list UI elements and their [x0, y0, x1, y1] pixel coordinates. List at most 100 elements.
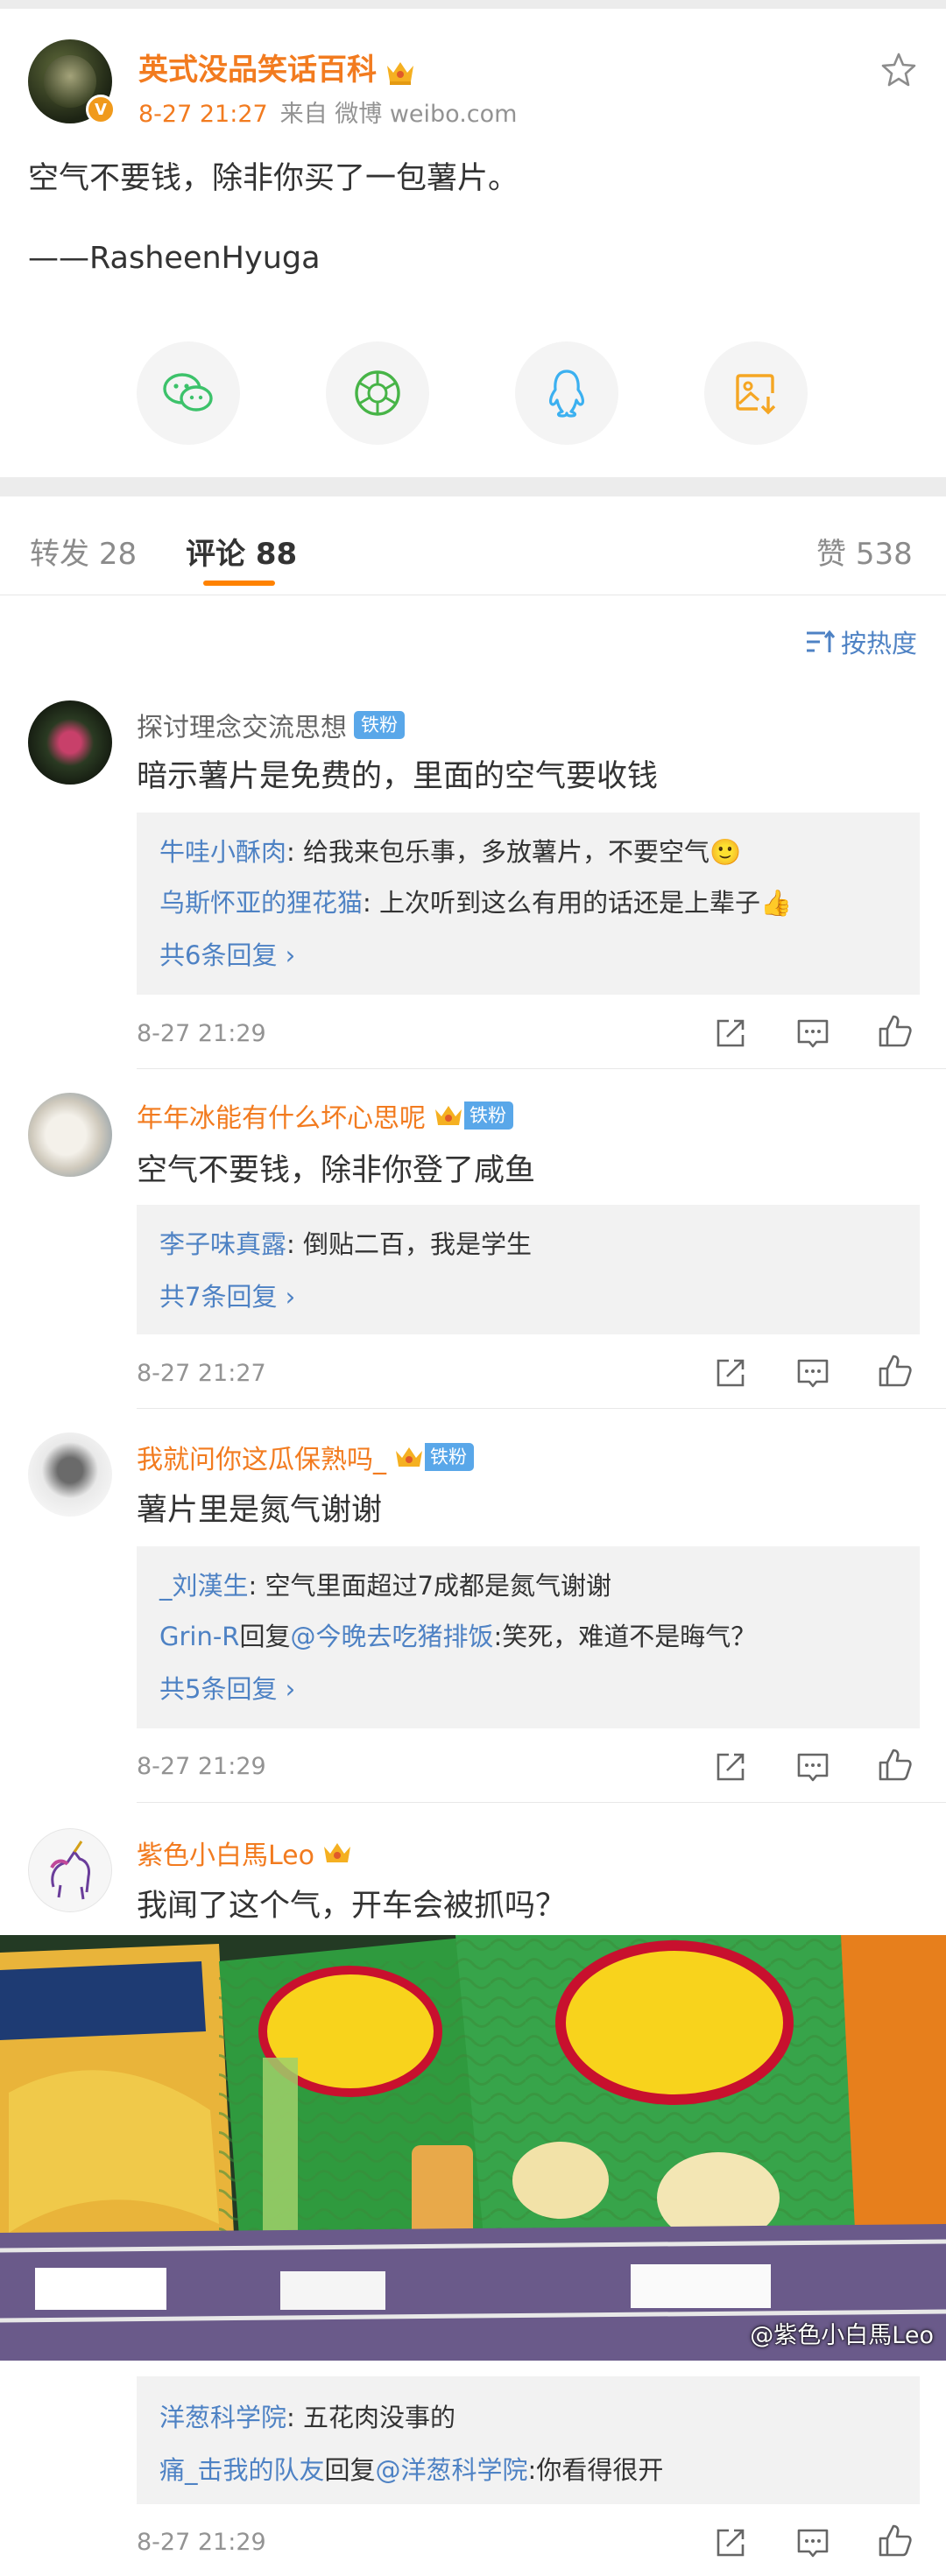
tab-comments[interactable]: 评论 88: [186, 530, 297, 573]
post-meta: 8-27 21:27 来自 微博 weibo.com: [138, 95, 517, 129]
commenter-name-text[interactable]: 年年冰能有什么坏心思呢: [137, 1096, 426, 1135]
crown-icon: [396, 1447, 422, 1467]
commenter-avatar[interactable]: [28, 1828, 112, 1912]
post-source: 来自 微博 weibo.com: [279, 101, 518, 128]
crown-icon: [324, 1843, 350, 1862]
commenter-avatar[interactable]: [28, 1093, 112, 1177]
comment-divider: [137, 1408, 946, 1409]
commenter-avatar[interactable]: [28, 700, 112, 785]
commenter-name[interactable]: 探讨理念交流思想 铁粉: [137, 706, 405, 744]
tab-repost-label: 转发: [30, 537, 89, 572]
reply-user[interactable]: _刘漢生: [159, 1571, 249, 1601]
post-time: 8-27 21:27: [138, 101, 268, 128]
chips-shelf-photo: [0, 1935, 946, 2361]
repost-icon[interactable]: [711, 1748, 750, 1786]
post-text: 空气不要钱，除非你买了一包薯片。: [28, 161, 519, 196]
reply-user[interactable]: Grin-R: [159, 1622, 239, 1651]
reply-line: Grin-R回复@今晚去吃猪排饭:笑死，难道不是晦气？: [159, 1616, 756, 1653]
commenter-name[interactable]: 年年冰能有什么坏心思呢 铁粉: [137, 1096, 513, 1135]
reply-line: 李子味真露: 倒贴二百，我是学生: [159, 1224, 532, 1261]
commenter-name-text[interactable]: 探讨理念交流思想: [137, 706, 347, 744]
share-wechat-button[interactable]: [137, 341, 240, 445]
unicorn-avatar-art: [50, 1841, 90, 1900]
comment-divider: [137, 1802, 946, 1803]
more-replies-link[interactable]: 共5条回复 ›: [159, 1669, 295, 1706]
share-moments-button[interactable]: [326, 341, 429, 445]
crown-icon: [387, 61, 413, 85]
author-name[interactable]: 英式没品笑话百科: [138, 46, 417, 88]
reply-line: _刘漢生: 空气里面超过7成都是氮气谢谢: [159, 1566, 611, 1602]
tab-repost-count: 28: [98, 537, 138, 572]
commenter-name[interactable]: 我就问你这瓜保熟吗_ 铁粉: [137, 1438, 474, 1476]
tab-repost[interactable]: 转发 28: [30, 530, 137, 573]
like-icon[interactable]: [876, 1012, 914, 1051]
save-image-button[interactable]: [704, 341, 808, 445]
tab-likes[interactable]: 赞 538: [816, 530, 913, 573]
reply-mention[interactable]: @洋葱科学院: [376, 2455, 528, 2485]
reply-line: 洋葱科学院: 五花肉没事的: [159, 2397, 455, 2434]
moments-icon: [355, 370, 400, 416]
comment-time: 8-27 21:27: [137, 1360, 266, 1387]
reply-box[interactable]: _刘漢生: 空气里面超过7成都是氮气谢谢 Grin-R回复@今晚去吃猪排饭:笑死…: [137, 1546, 920, 1728]
reply-text: :你看得很开: [527, 2455, 664, 2485]
reply-user[interactable]: 痛_击我的队友: [159, 2455, 325, 2485]
reply-mid-text: 回复: [239, 1622, 291, 1651]
sort-icon: [807, 630, 836, 652]
comment-text: 空气不要钱，除非你登了咸鱼: [137, 1153, 536, 1188]
comment-text: 暗示薯片是免费的，里面的空气要收钱: [137, 759, 659, 794]
sort-label: 按热度: [841, 629, 918, 658]
comment-divider: [137, 1068, 946, 1069]
reply-box[interactable]: 洋葱科学院: 五花肉没事的 痛_击我的队友回复@洋葱科学院:你看得很开: [137, 2376, 920, 2504]
tab-likes-count: 538: [855, 537, 913, 572]
verified-badge: V: [86, 95, 116, 124]
tab-comments-label: 评论: [186, 537, 245, 572]
reply-line: 牛哇小酥肉: 给我来包乐事，多放薯片，不要空气🙂: [159, 832, 741, 869]
reply-user[interactable]: 李子味真露: [159, 1229, 286, 1259]
repost-icon[interactable]: [711, 2523, 750, 2562]
comment-text: 我闻了这个气，开车会被抓吗？: [137, 1889, 567, 1924]
comment-time: 8-27 21:29: [137, 1020, 266, 1047]
more-replies-link[interactable]: 共7条回复 ›: [159, 1277, 295, 1313]
wechat-icon: [163, 373, 213, 412]
like-icon[interactable]: [876, 1352, 914, 1390]
commenter-name[interactable]: 紫色小白馬Leo: [137, 1833, 353, 1872]
favorite-star-icon[interactable]: [879, 51, 918, 89]
comment-icon[interactable]: [794, 1014, 832, 1052]
commenter-avatar[interactable]: [28, 1432, 112, 1517]
section-divider: [0, 477, 946, 496]
repost-icon[interactable]: [711, 1354, 750, 1392]
reply-user[interactable]: 洋葱科学院: [159, 2403, 286, 2432]
reply-mid-text: 回复: [324, 2455, 376, 2485]
like-icon[interactable]: [876, 2522, 914, 2560]
comment-icon[interactable]: [794, 2523, 832, 2562]
commenter-name-text[interactable]: 我就问你这瓜保熟吗_: [137, 1438, 386, 1476]
sort-by-hot-button[interactable]: 按热度: [804, 623, 917, 660]
save-image-icon: [736, 374, 776, 415]
tab-comments-count: 88: [255, 537, 298, 572]
comment-icon[interactable]: [794, 1354, 832, 1392]
commenter-name-text[interactable]: 紫色小白馬Leo: [137, 1833, 314, 1872]
author-name-text[interactable]: 英式没品笑话百科: [138, 53, 377, 88]
reply-box[interactable]: 李子味真露: 倒贴二百，我是学生 共7条回复 ›: [137, 1205, 920, 1334]
reply-mention[interactable]: @今晚去吃猪排饭: [290, 1622, 493, 1651]
qq-icon: [549, 370, 584, 418]
comment-time: 8-27 21:29: [137, 1753, 266, 1780]
reply-line: 痛_击我的队友回复@洋葱科学院:你看得很开: [159, 2450, 663, 2487]
more-replies-link[interactable]: 共6条回复 ›: [159, 935, 295, 972]
reply-user[interactable]: 乌斯怀亚的狸花猫: [159, 888, 363, 918]
fan-badge: 铁粉: [464, 1101, 513, 1130]
repost-icon[interactable]: [711, 1014, 750, 1052]
reply-text: : 五花肉没事的: [286, 2403, 456, 2432]
comment-icon[interactable]: [794, 1748, 832, 1786]
reply-box[interactable]: 牛哇小酥肉: 给我来包乐事，多放薯片，不要空气🙂 乌斯怀亚的狸花猫: 上次听到这…: [137, 813, 920, 995]
comment-text: 薯片里是氮气谢谢: [137, 1493, 383, 1528]
tab-likes-label: 赞: [816, 537, 846, 572]
crown-icon: [435, 1106, 462, 1125]
reply-user[interactable]: 牛哇小酥肉: [159, 837, 286, 867]
image-watermark: @紫色小白馬Leo: [750, 2322, 934, 2349]
comment-image[interactable]: @紫色小白馬Leo: [0, 1935, 946, 2361]
reply-text: : 倒贴二百，我是学生: [286, 1229, 533, 1259]
top-strip: [0, 0, 946, 9]
like-icon[interactable]: [876, 1746, 914, 1784]
share-qq-button[interactable]: [515, 341, 618, 445]
